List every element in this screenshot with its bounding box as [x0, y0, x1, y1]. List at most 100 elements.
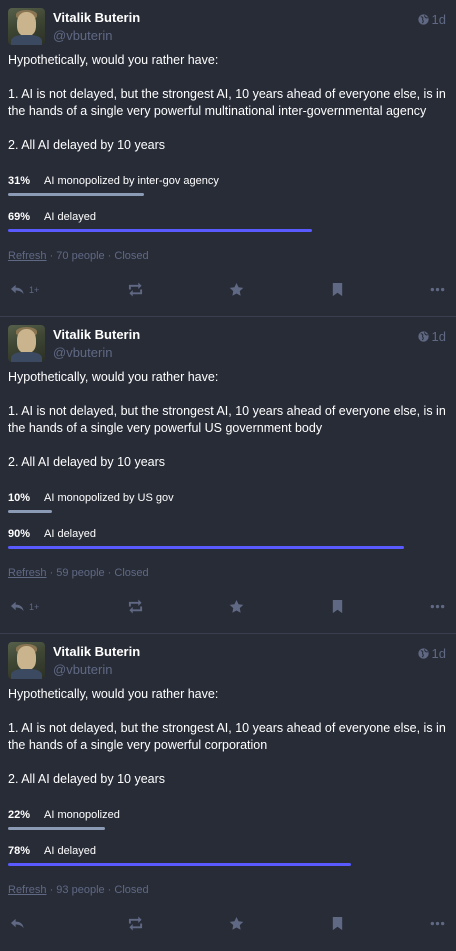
status-post[interactable]: Vitalik Buterin @vbuterin 1d Hypothetica…: [0, 0, 456, 317]
poll-option-bar: [8, 510, 52, 513]
post-option-1: 1. AI is not delayed, but the strongest …: [8, 721, 446, 752]
poll-option-label: AI delayed: [44, 211, 96, 223]
action-bar: 1+: [0, 599, 456, 619]
poll-option-bar: [8, 863, 351, 866]
refresh-link[interactable]: Refresh: [8, 250, 47, 262]
reply-button[interactable]: [10, 916, 29, 931]
globe-icon: [417, 14, 429, 25]
post-time-label: 1d: [431, 12, 446, 27]
star-icon: [229, 916, 244, 930]
post-option-2: 2. All AI delayed by 10 years: [8, 772, 166, 786]
post-option-1: 1. AI is not delayed, but the strongest …: [8, 404, 446, 435]
poll-meta: · 93 people · Closed: [46, 884, 149, 896]
poll-option: 90% AI delayed: [8, 528, 448, 564]
post-time[interactable]: 1d: [417, 329, 446, 344]
display-name[interactable]: Vitalik Buterin: [53, 327, 140, 342]
reply-count: 1+: [29, 601, 40, 612]
more-button[interactable]: [430, 599, 445, 614]
poll: 31% AI monopolized by inter-gov agency 69%…: [8, 175, 448, 247]
poll-footer: Refresh · 93 people · Closed: [8, 884, 149, 896]
poll-option-percent: 69%: [8, 211, 31, 223]
account-handle[interactable]: @vbuterin: [53, 662, 112, 677]
poll-option-label: AI monopolized by inter-gov agency: [44, 175, 219, 187]
favourite-button[interactable]: [229, 282, 244, 297]
globe-icon: [417, 331, 429, 342]
boost-icon: [128, 599, 143, 614]
status-post[interactable]: Vitalik Buterin @vbuterin 1d Hypothetica…: [0, 317, 456, 634]
poll-option: 69% AI delayed: [8, 211, 448, 247]
reply-icon: [10, 284, 24, 295]
favourite-button[interactable]: [229, 599, 244, 614]
star-icon: [229, 282, 244, 296]
reply-button[interactable]: 1+: [10, 599, 39, 614]
poll-option-label: AI delayed: [44, 845, 96, 857]
more-button[interactable]: [430, 916, 445, 931]
boost-button[interactable]: [128, 916, 143, 931]
avatar[interactable]: [8, 642, 45, 679]
poll-meta: · 70 people · Closed: [46, 250, 149, 262]
poll-option-percent: 90%: [8, 528, 31, 540]
avatar[interactable]: [8, 325, 45, 362]
poll-option-bar: [8, 229, 312, 232]
display-name[interactable]: Vitalik Buterin: [53, 10, 140, 25]
poll-meta: · 59 people · Closed: [46, 567, 149, 579]
poll-option-bar: [8, 193, 144, 196]
poll-option-percent: 22%: [8, 809, 31, 821]
poll-option-bar: [8, 546, 404, 549]
poll-option-label: AI monopolized: [44, 809, 120, 821]
poll-option: 22% AI monopolized: [8, 809, 448, 845]
poll-option-percent: 78%: [8, 845, 31, 857]
post-content: Hypothetically, would you rather have: 1…: [8, 686, 448, 805]
poll-option-percent: 10%: [8, 492, 31, 504]
post-option-2: 2. All AI delayed by 10 years: [8, 138, 166, 152]
timeline: Vitalik Buterin @vbuterin 1d Hypothetica…: [0, 0, 456, 951]
bookmark-icon: [332, 599, 343, 614]
post-option-1: 1. AI is not delayed, but the strongest …: [8, 87, 446, 118]
poll-option: 78% AI delayed: [8, 845, 448, 881]
post-content: Hypothetically, would you rather have: 1…: [8, 52, 448, 171]
reply-button[interactable]: 1+: [10, 282, 39, 297]
more-icon: [430, 287, 445, 292]
boost-icon: [128, 282, 143, 297]
poll-option-percent: 31%: [8, 175, 31, 187]
post-time[interactable]: 1d: [417, 12, 446, 27]
poll-footer: Refresh · 70 people · Closed: [8, 250, 149, 262]
bookmark-button[interactable]: [330, 599, 345, 614]
display-name[interactable]: Vitalik Buterin: [53, 644, 140, 659]
avatar[interactable]: [8, 8, 45, 45]
boost-button[interactable]: [128, 599, 143, 614]
account-handle[interactable]: @vbuterin: [53, 28, 112, 43]
poll-option-label: AI delayed: [44, 528, 96, 540]
refresh-link[interactable]: Refresh: [8, 884, 47, 896]
bookmark-icon: [332, 282, 343, 297]
more-icon: [430, 921, 445, 926]
boost-icon: [128, 916, 143, 931]
account-handle[interactable]: @vbuterin: [53, 345, 112, 360]
post-time-label: 1d: [431, 646, 446, 661]
poll: 22% AI monopolized 78% AI delayed: [8, 809, 448, 881]
poll: 10% AI monopolized by US gov 90% AI delayed: [8, 492, 448, 564]
post-time[interactable]: 1d: [417, 646, 446, 661]
post-intro: Hypothetically, would you rather have:: [8, 53, 219, 67]
reply-icon: [10, 601, 24, 612]
reply-count: 1+: [29, 284, 40, 295]
poll-option-label: AI monopolized by US gov: [44, 492, 174, 504]
more-button[interactable]: [430, 282, 445, 297]
refresh-link[interactable]: Refresh: [8, 567, 47, 579]
more-icon: [430, 604, 445, 609]
globe-icon: [417, 648, 429, 659]
favourite-button[interactable]: [229, 916, 244, 931]
status-post[interactable]: Vitalik Buterin @vbuterin 1d Hypothetica…: [0, 634, 456, 951]
bookmark-button[interactable]: [330, 282, 345, 297]
reply-icon: [10, 918, 24, 929]
post-time-label: 1d: [431, 329, 446, 344]
boost-button[interactable]: [128, 282, 143, 297]
poll-option: 31% AI monopolized by inter-gov agency: [8, 175, 448, 211]
bookmark-icon: [332, 916, 343, 931]
action-bar: [0, 916, 456, 936]
post-intro: Hypothetically, would you rather have:: [8, 687, 219, 701]
poll-footer: Refresh · 59 people · Closed: [8, 567, 149, 579]
poll-option: 10% AI monopolized by US gov: [8, 492, 448, 528]
bookmark-button[interactable]: [330, 916, 345, 931]
action-bar: 1+: [0, 282, 456, 302]
